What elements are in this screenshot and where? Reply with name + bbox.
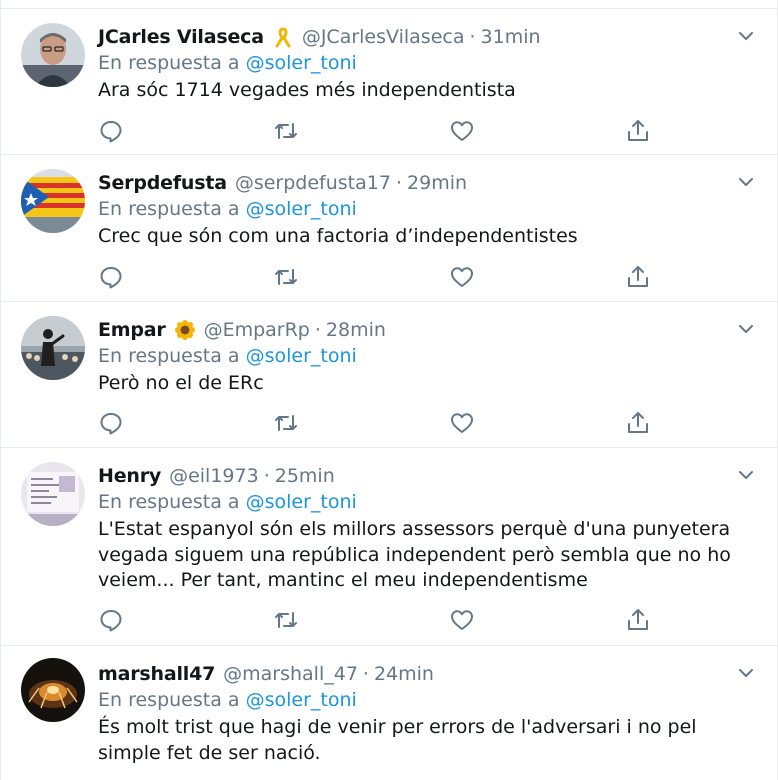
display-name[interactable]: Serpdefusta [98, 172, 227, 194]
tweet[interactable]: Henry @eil1973 · 25min En respuesta a @s… [1, 448, 777, 646]
reply-prefix: En respuesta a [98, 198, 240, 220]
avatar[interactable] [21, 462, 85, 526]
retweet-icon[interactable] [273, 264, 299, 290]
user-handle[interactable]: @JCarlesVilaseca [302, 26, 465, 48]
user-handle[interactable]: @serpdefusta17 [235, 172, 391, 194]
tweet-header: JCarles Vilaseca @JCarlesVilaseca · 31mi… [98, 23, 541, 51]
avatar[interactable] [21, 23, 85, 87]
chevron-down-icon[interactable] [737, 27, 755, 45]
like-heart-icon[interactable] [449, 410, 475, 436]
sunflower-icon [174, 319, 196, 341]
tweet-text: Però no el de ERc [98, 372, 264, 394]
tweet-replies-timeline: JCarles Vilaseca @JCarlesVilaseca · 31mi… [0, 0, 778, 780]
reply-prefix: En respuesta a [98, 689, 240, 711]
reply-to-link[interactable]: @soler_toni [246, 345, 357, 367]
share-icon[interactable] [625, 410, 651, 436]
user-handle[interactable]: @marshall_47 [223, 663, 358, 685]
timestamp[interactable]: 28min [326, 319, 386, 341]
timestamp[interactable]: 29min [407, 172, 467, 194]
tweet-actions [98, 607, 658, 633]
separator-dot: · [263, 465, 270, 487]
tweet-header: marshall47 @marshall_47 · 24min [98, 660, 434, 688]
display-name[interactable]: Empar [98, 319, 166, 341]
yellow-ribbon-icon [272, 26, 294, 48]
reply-context: En respuesta a @soler_toni [98, 345, 357, 367]
tweet-text: L'Estat espanyol són els millors assesso… [98, 518, 731, 591]
reply-icon[interactable] [98, 410, 124, 436]
reply-icon[interactable] [98, 607, 124, 633]
separator-dot: · [469, 26, 476, 48]
like-heart-icon[interactable] [449, 118, 475, 144]
reply-context: En respuesta a @soler_toni [98, 689, 357, 711]
reply-icon[interactable] [98, 264, 124, 290]
tweet-actions [98, 118, 658, 144]
reply-to-link[interactable]: @soler_toni [246, 689, 357, 711]
avatar[interactable] [21, 316, 85, 380]
tweet-header: Henry @eil1973 · 25min [98, 462, 335, 490]
avatar[interactable] [21, 658, 85, 722]
tweet-actions [98, 264, 658, 290]
like-heart-icon[interactable] [449, 264, 475, 290]
reply-prefix: En respuesta a [98, 345, 240, 367]
like-heart-icon[interactable] [449, 607, 475, 633]
reply-to-link[interactable]: @soler_toni [246, 52, 357, 74]
tweet-text: Ara sóc 1714 vegades més independentista [98, 79, 516, 101]
display-name[interactable]: JCarles Vilaseca [98, 26, 264, 48]
timestamp[interactable]: 31min [481, 26, 541, 48]
separator-dot: · [314, 319, 321, 341]
chevron-down-icon[interactable] [737, 466, 755, 484]
chevron-down-icon[interactable] [737, 320, 755, 338]
timestamp[interactable]: 24min [374, 663, 434, 685]
avatar[interactable] [21, 169, 85, 233]
user-handle[interactable]: @EmparRp [204, 319, 310, 341]
timestamp[interactable]: 25min [275, 465, 335, 487]
share-icon[interactable] [625, 118, 651, 144]
user-handle[interactable]: @eil1973 [169, 465, 259, 487]
tweet-actions [98, 410, 658, 436]
tweet-text: Crec que són com una factoria d’independ… [98, 225, 578, 247]
separator-dot: · [395, 172, 403, 194]
tweet[interactable]: Serpdefusta @serpdefusta17 · 29min En re… [1, 155, 777, 302]
tweet-header: Serpdefusta @serpdefusta17 · 29min [98, 169, 467, 197]
reply-icon[interactable] [98, 118, 124, 144]
display-name[interactable]: Henry [98, 465, 161, 487]
chevron-down-icon[interactable] [737, 173, 755, 191]
tweet[interactable]: Empar @EmparRp · 28min En respuesta a @s… [1, 302, 777, 448]
retweet-icon[interactable] [273, 607, 299, 633]
share-icon[interactable] [625, 264, 651, 290]
reply-to-link[interactable]: @soler_toni [246, 491, 357, 513]
retweet-icon[interactable] [273, 118, 299, 144]
tweet[interactable]: marshall47 @marshall_47 · 24min En respu… [1, 646, 777, 780]
tweet-header: Empar @EmparRp · 28min [98, 316, 386, 344]
reply-prefix: En respuesta a [98, 52, 240, 74]
tweet[interactable]: JCarles Vilaseca @JCarlesVilaseca · 31mi… [1, 8, 777, 155]
retweet-icon[interactable] [273, 410, 299, 436]
reply-to-link[interactable]: @soler_toni [246, 198, 357, 220]
display-name[interactable]: marshall47 [98, 663, 215, 685]
reply-context: En respuesta a @soler_toni [98, 198, 357, 220]
share-icon[interactable] [625, 607, 651, 633]
chevron-down-icon[interactable] [737, 664, 755, 682]
reply-context: En respuesta a @soler_toni [98, 491, 357, 513]
separator-dot: · [362, 663, 369, 685]
tweet-text: És molt trist que hagi de venir per erro… [98, 716, 697, 764]
reply-prefix: En respuesta a [98, 491, 240, 513]
reply-context: En respuesta a @soler_toni [98, 52, 357, 74]
